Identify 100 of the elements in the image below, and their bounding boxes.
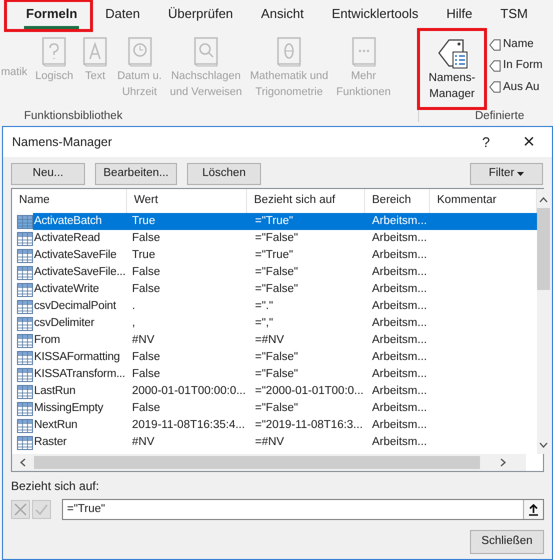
check-icon [35, 503, 48, 516]
table-cell-text: ="False" [254, 350, 300, 365]
confirm-edit-button[interactable] [32, 500, 51, 519]
ribbon-tab[interactable]: Überprüfen [166, 0, 236, 30]
table-cell-text: =#NV [254, 332, 286, 348]
table-cell-text: ="False" [254, 264, 300, 280]
table-cell-text: =#NV [254, 434, 286, 450]
ribbon-tab[interactable]: TSM [498, 0, 530, 30]
table-cell-text: ="False" [254, 400, 300, 416]
group-label: Definierte [475, 110, 524, 122]
name-row[interactable]: KISSAFormatting False ="False" Arbeitsm... [12, 349, 537, 366]
tag-icon [489, 81, 501, 94]
table-cell-text: 2000-01-01T00:00:0... [131, 384, 247, 399]
table-cell-text: Arbeitsm... [371, 214, 428, 229]
help-button[interactable]: ? [466, 132, 506, 152]
ribbon-small-button[interactable]: In Form [489, 57, 543, 74]
tag-icon [489, 38, 501, 51]
name-row[interactable]: csvDelimiter , ="," Arbeitsm... [12, 315, 537, 332]
filter-button[interactable]: Filter [470, 163, 543, 185]
table-cell-text: Arbeitsm... [371, 248, 428, 263]
cancel-edit-button[interactable] [11, 500, 30, 519]
name-row[interactable]: ActivateSaveFile... False ="False" Arbeitsm... [12, 264, 537, 281]
vertical-scrollbar[interactable] [537, 189, 550, 454]
tag-icon [489, 60, 501, 72]
table-cell-text: Arbeitsm... [371, 316, 428, 331]
table-icon [17, 248, 33, 262]
book-icon [350, 36, 378, 68]
ribbon-tab[interactable]: Ansicht [259, 0, 306, 30]
table-cell-text: ="2019-11-08T16:3... [254, 418, 364, 433]
ribbon-tab[interactable]: Daten [103, 0, 142, 30]
close-dialog-button[interactable]: Schließen [470, 530, 544, 554]
name-row[interactable]: MissingEmpty False ="False" Arbeitsm... [12, 400, 537, 417]
book-icon [40, 36, 68, 68]
table-cell-text: ="False" [254, 282, 300, 297]
book-icon [81, 36, 110, 68]
table-icon [17, 334, 33, 348]
table-cell-text: True [131, 248, 156, 263]
dialog-button[interactable]: Löschen [187, 163, 261, 185]
caret-icon [517, 172, 524, 176]
name-row[interactable]: ActivateRead False ="False" Arbeitsm... [12, 230, 537, 247]
table-cell-text: , [131, 316, 136, 331]
name-row[interactable]: Raster #NV =#NV Arbeitsm... [12, 434, 537, 451]
name-row[interactable]: KISSATransform... False ="False" Arbeitsm... [12, 366, 537, 383]
table-cell-text: ="True" [254, 214, 294, 229]
table-cell-text: False [131, 282, 162, 297]
table-icon [17, 418, 33, 432]
ribbon-small-button[interactable]: Aus Au [489, 78, 543, 96]
table-cell-text: Arbeitsm... [371, 230, 428, 246]
book-icon [275, 36, 304, 68]
table-cell-text: Arbeitsm... [371, 366, 428, 382]
table-cell-text: csvDecimalPoint [33, 298, 118, 314]
table-cell-text: #NV [131, 434, 156, 450]
name-row[interactable]: NextRun 2019-11-08T16:35:4... ="2019-11-08T16:3... Arbeitsm... [12, 417, 537, 434]
dialog-button[interactable]: Neu... [11, 163, 85, 185]
table-icon [17, 266, 33, 280]
ribbon-small-button[interactable]: Name [489, 36, 543, 54]
table-cell-text: ActivateSaveFile... [33, 264, 126, 280]
dialog-button[interactable]: Bearbeiten... [95, 163, 177, 185]
table-icon [17, 350, 33, 364]
table-cell-text: ="False" [254, 230, 300, 246]
ribbon-tab[interactable]: Formeln [24, 0, 80, 30]
table-cell-text: KISSATransform... [33, 366, 126, 382]
table-cell-text: Arbeitsm... [371, 332, 428, 348]
dialog-title: Namens-Manager [12, 134, 114, 151]
ribbon-tab[interactable]: Entwicklertools [330, 0, 420, 30]
table-cell-text: Arbeitsm... [371, 434, 428, 450]
table-icon [17, 232, 33, 246]
table-cell-text: Arbeitsm... [371, 418, 428, 433]
table-cell-text: KISSAFormatting [33, 350, 121, 365]
book-icon [126, 36, 154, 68]
table-cell-text: ActivateSaveFile [33, 248, 118, 263]
name-row[interactable]: csvDecimalPoint . ="." Arbeitsm... [12, 298, 537, 315]
table-icon [17, 214, 33, 228]
table-icon [17, 402, 33, 416]
name-row[interactable]: ActivateWrite False ="False" Arbeitsm... [12, 281, 537, 298]
table-icon [17, 300, 33, 314]
table-cell-text: NextRun [33, 418, 78, 433]
table-cell-text: csvDelimiter [33, 316, 96, 331]
table-icon [17, 282, 33, 296]
collapse-button[interactable] [523, 500, 543, 519]
table-cell-text: Arbeitsm... [371, 384, 428, 399]
table-cell-text: LastRun [33, 384, 76, 399]
name-row[interactable]: From #NV =#NV Arbeitsm... [12, 332, 537, 349]
book-icon [192, 36, 220, 68]
horizontal-scrollbar[interactable] [12, 454, 526, 471]
name-row[interactable]: LastRun 2000-01-01T00:00:0... ="2000-01-01T00:0... Arbeitsm... [12, 383, 537, 400]
ribbon-tab[interactable]: Hilfe [444, 0, 474, 30]
name-manager-button[interactable]: Namens- Manager [423, 34, 481, 102]
group-label: Funktionsbibliothek [24, 110, 122, 122]
scrollbar-thumb[interactable] [537, 208, 550, 290]
table-cell-text: Arbeitsm... [371, 282, 428, 297]
name-row[interactable]: ActivateSaveFile True ="True" Arbeitsm... [12, 247, 537, 264]
scrollbar-thumb[interactable] [34, 456, 480, 469]
table-icon [17, 316, 33, 330]
refers-to-label: Bezieht sich auf: [11, 478, 100, 495]
refers-to-field[interactable]: ="True" [62, 499, 544, 520]
table-cell-text: . [131, 298, 136, 314]
close-button[interactable]: × [506, 132, 552, 152]
ribbon-button-label: matik [1, 64, 28, 80]
table-icon [17, 384, 33, 398]
